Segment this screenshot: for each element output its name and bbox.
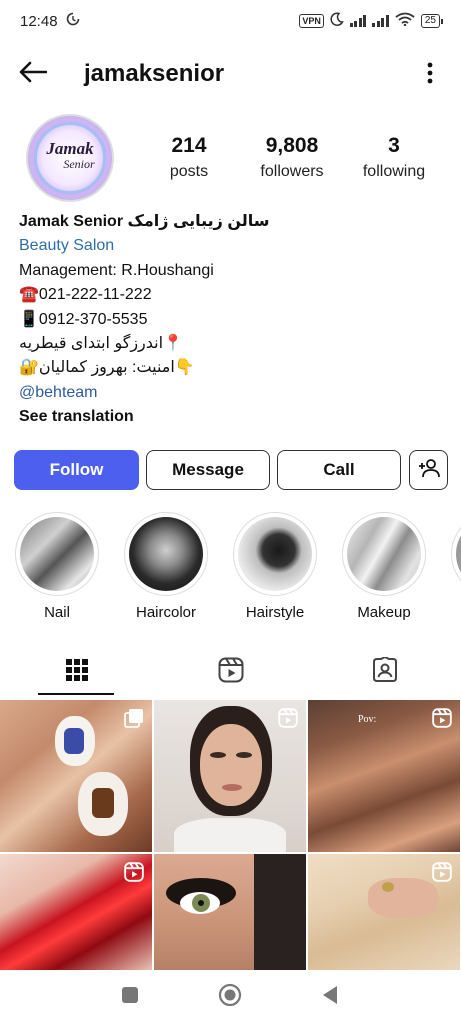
grid-post[interactable] [154,700,306,852]
bio-security: 👇امنیت: بهروز کمالیان🔐 [19,359,195,377]
grid-post[interactable] [0,854,152,970]
profile-tabs [0,648,461,696]
more-options-button[interactable] [423,60,437,90]
highlight-nail-image [20,517,94,591]
wifi-icon [395,12,415,30]
home-icon [218,983,242,1012]
message-button[interactable]: Message [146,450,270,490]
tab-tagged[interactable] [308,648,461,696]
more-vertical-icon [427,62,433,89]
bio-mention-link[interactable]: @behteam [19,381,449,405]
back-icon [321,985,339,1010]
highlight-haircolor[interactable]: Haircolor [121,512,211,621]
tab-reels[interactable] [154,648,307,696]
highlight-hairstyle[interactable]: Hairstyle [230,512,320,621]
posts-stat[interactable]: 214 posts [156,132,222,184]
reels-icon [124,862,144,882]
back-button[interactable] [16,58,50,90]
following-count: 3 [388,134,400,157]
profile-category[interactable]: Beauty Salon [19,234,449,258]
reels-icon [432,862,452,882]
signal-icon [349,15,367,27]
recent-apps-button[interactable] [117,984,143,1010]
reels-icon [278,708,298,728]
carousel-icon [124,708,144,728]
signal-icon [372,15,389,27]
highlight-nail[interactable]: Nail [12,512,102,621]
followers-stat[interactable]: 9,808 followers [246,132,338,184]
call-button[interactable]: Call [277,450,401,490]
followers-count: 9,808 [265,134,319,157]
highlight-label: Nail [44,604,70,621]
avatar-logo-text: Jamak [46,138,94,158]
tab-posts-grid[interactable] [0,648,153,696]
highlight-makeup-image [347,517,421,591]
posts-grid: Pov: [0,700,461,970]
status-left: 12:48 [20,12,80,30]
vpn-badge: VPN [299,14,324,28]
followers-label: followers [260,163,324,180]
following-stat[interactable]: 3 following [352,132,436,184]
posts-count: 214 [171,134,207,157]
profile-name: سالن زیبایی ژامک Jamak Senior [19,213,270,230]
highlight-makeup[interactable]: Makeup [339,512,429,621]
bio-management: Management: R.Houshangi [19,261,214,279]
recent-apps-icon [121,986,139,1009]
system-back-button[interactable] [317,984,343,1010]
highlight-haircolor-image [129,517,203,591]
highlight-more[interactable] [448,512,461,596]
home-button[interactable] [217,983,243,1012]
reels-icon [432,708,452,728]
status-right: VPN 25 [299,12,443,30]
tagged-icon [372,655,398,688]
grid-post[interactable] [154,854,306,970]
profile-username: jamaksenior [84,60,225,87]
battery-icon: 25 [420,14,443,28]
grid-post[interactable]: Pov: [308,700,460,852]
add-user-button[interactable] [409,450,448,490]
highlight-label: Makeup [357,604,411,621]
highlight-label: Hairstyle [245,604,305,621]
add-user-icon [418,458,440,483]
following-label: following [362,163,426,180]
see-translation-link[interactable]: See translation [19,405,449,429]
profile-bio: سالن زیبایی ژامک Jamak Senior Beauty Sal… [19,210,449,430]
grid-icon [65,658,89,687]
story-highlights: Nail Haircolor Hairstyle Makeup [0,512,461,624]
battery-level: 25 [420,14,440,28]
system-nav-bar [0,970,461,1024]
bio-address: 📍اندرزگو ابتدای قیطریه [19,335,183,353]
bio-phone: ☎️021-222-11-222 [19,286,152,304]
moon-icon [330,12,344,30]
follow-button[interactable]: Follow [14,450,139,490]
status-bar: 12:48 VPN 25 [0,0,461,42]
bio-mobile: 📱0912-370-5535 [19,310,148,328]
post-overlay-text: Pov: [358,714,377,725]
avatar-logo-subtext: Senior [63,156,95,171]
profile-actions: Follow Message Call [14,450,448,490]
highlight-hairstyle-image [238,517,312,591]
grid-post[interactable] [308,854,460,970]
grid-post[interactable] [0,700,152,852]
profile-avatar[interactable]: Jamak Senior [26,114,114,202]
status-time: 12:48 [20,12,58,30]
reels-icon [218,657,244,688]
active-tab-indicator [38,693,114,695]
arrow-left-icon [19,61,48,88]
sync-icon [66,12,80,30]
profile-header: jamaksenior [0,52,461,96]
posts-label: posts [169,163,209,180]
highlight-label: Haircolor [135,604,196,621]
